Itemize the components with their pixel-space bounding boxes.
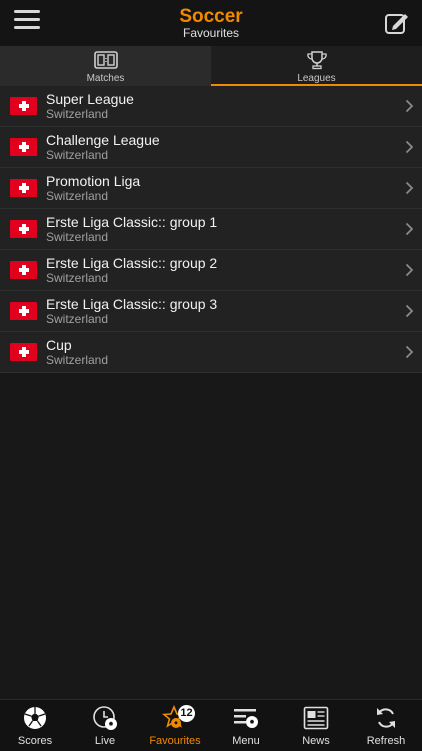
league-row[interactable]: Erste Liga Classic:: group 1 Switzerland	[0, 209, 422, 250]
league-country: Switzerland	[46, 230, 109, 244]
league-name: Cup	[46, 337, 72, 353]
league-name: Promotion Liga	[46, 173, 141, 189]
chevron-right-icon	[405, 140, 414, 154]
league-name: Erste Liga Classic:: group 3	[46, 296, 218, 312]
switzerland-flag-icon	[10, 220, 37, 238]
bottom-tab-bar: Scores Live 12 Favourites Menu News Refr…	[0, 699, 422, 751]
soccer-ball-icon	[24, 707, 46, 729]
refresh-icon	[377, 708, 395, 728]
tab-matches[interactable]: Matches	[0, 46, 211, 86]
newspaper-icon	[303, 706, 329, 730]
switzerland-flag-icon	[10, 302, 37, 320]
nav-menu[interactable]: Menu	[211, 700, 281, 751]
league-name: Erste Liga Classic:: group 2	[46, 255, 218, 271]
nav-refresh-label: Refresh	[366, 735, 406, 747]
tab-matches-label: Matches	[86, 73, 125, 84]
chevron-right-icon	[405, 99, 414, 113]
switzerland-flag-icon	[10, 343, 37, 361]
segmented-tabs: Matches Leagues	[0, 46, 422, 86]
league-row[interactable]: Super League Switzerland	[0, 86, 422, 127]
switzerland-flag-icon	[10, 261, 37, 279]
league-name: Erste Liga Classic:: group 1	[46, 214, 218, 230]
top-bar: Soccer Favourites	[0, 0, 422, 46]
nav-favourites[interactable]: 12 Favourites	[140, 700, 210, 751]
league-row[interactable]: Erste Liga Classic:: group 3 Switzerland	[0, 291, 422, 332]
live-clock-ball-icon	[93, 706, 117, 730]
league-country: Switzerland	[46, 271, 109, 285]
switzerland-flag-icon	[10, 138, 37, 156]
tab-leagues[interactable]: Leagues	[211, 46, 422, 86]
page-subtitle: Favourites	[182, 26, 240, 40]
league-name: Super League	[46, 91, 134, 107]
nav-live-label: Live	[94, 735, 116, 747]
chevron-right-icon	[405, 263, 414, 277]
nav-news[interactable]: News	[281, 700, 351, 751]
trophy-icon	[306, 51, 327, 70]
nav-scores-label: Scores	[17, 735, 53, 747]
league-country: Switzerland	[46, 189, 109, 203]
league-country: Switzerland	[46, 107, 109, 121]
favourites-count-badge: 12	[178, 705, 195, 722]
edit-icon[interactable]	[384, 10, 410, 36]
nav-news-label: News	[302, 735, 330, 747]
scoreboard-icon	[93, 51, 118, 69]
league-row[interactable]: Erste Liga Classic:: group 2 Switzerland	[0, 250, 422, 291]
nav-live[interactable]: Live	[70, 700, 140, 751]
nav-favourites-label: Favourites	[149, 735, 201, 747]
title-block: Soccer Favourites	[0, 7, 422, 40]
menu-list-ball-icon	[234, 709, 258, 728]
page-title: Soccer	[179, 6, 243, 27]
switzerland-flag-icon	[10, 179, 37, 197]
league-row[interactable]: Cup Switzerland	[0, 332, 422, 373]
switzerland-flag-icon	[10, 97, 37, 115]
league-country: Switzerland	[46, 148, 109, 162]
nav-scores[interactable]: Scores	[0, 700, 70, 751]
chevron-right-icon	[405, 181, 414, 195]
nav-refresh[interactable]: Refresh	[351, 700, 421, 751]
chevron-right-icon	[405, 304, 414, 318]
chevron-right-icon	[405, 345, 414, 359]
tab-leagues-label: Leagues	[297, 73, 336, 84]
league-row[interactable]: Promotion Liga Switzerland	[0, 168, 422, 209]
nav-menu-label: Menu	[232, 735, 260, 747]
chevron-right-icon	[405, 222, 414, 236]
league-row[interactable]: Challenge League Switzerland	[0, 127, 422, 168]
league-country: Switzerland	[46, 353, 109, 367]
league-country: Switzerland	[46, 312, 109, 326]
leagues-list: Super League Switzerland Challenge Leagu…	[0, 86, 422, 373]
league-name: Challenge League	[46, 132, 160, 148]
